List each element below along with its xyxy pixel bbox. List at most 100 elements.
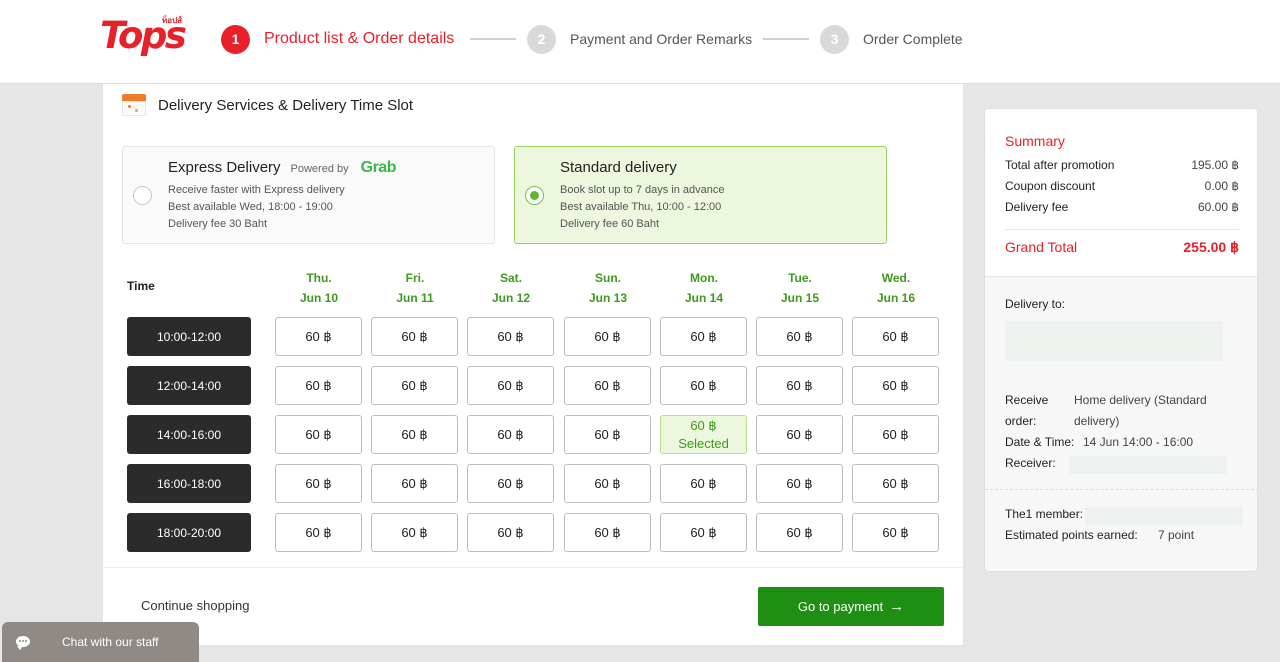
express-delivery-option[interactable]: Express Delivery Powered by Grab Receive… (122, 146, 495, 244)
day-date: Jun 14 (684, 291, 723, 305)
time-slot-option[interactable]: 60 ฿ (564, 464, 651, 503)
grand-total-row: Grand Total 255.00 ฿ (1005, 239, 1239, 256)
step-3-number: 3 (820, 24, 849, 54)
express-radio[interactable] (133, 186, 152, 205)
date-time-value: 14 Jun 14:00 - 16:00 (1083, 435, 1194, 449)
time-slot-option[interactable]: 60 ฿ (275, 513, 362, 552)
divider (1005, 229, 1239, 230)
time-slot-option[interactable]: 60 ฿ (660, 366, 747, 405)
chat-bubble-icon (16, 636, 30, 650)
time-slot-option[interactable]: 60 ฿ (371, 366, 458, 405)
chat-with-staff-button[interactable]: Chat with our staff (2, 622, 199, 662)
grand-total-value: 255.00 ฿ (1183, 239, 1239, 255)
receive-label-line: Receive (1005, 393, 1049, 407)
time-slot-option[interactable]: 60 ฿ (564, 513, 651, 552)
summary-row-label: Total after promotion (1005, 158, 1115, 172)
time-slot-option[interactable]: 60 ฿ (371, 415, 458, 454)
time-slot-option[interactable]: 60 ฿ (467, 366, 554, 405)
slot-price: 60 ฿ (882, 524, 909, 540)
time-slot-option[interactable]: 60 ฿ (852, 415, 939, 454)
express-line: Delivery fee 30 Baht (168, 218, 268, 230)
time-slot-option[interactable]: 60 ฿ (275, 366, 362, 405)
slot-price: 60 ฿ (401, 524, 428, 540)
step-3: 3 Order Complete (820, 24, 963, 54)
divider (103, 567, 963, 568)
time-slot-option[interactable]: 60 ฿ (756, 366, 843, 405)
receive-value-line: Home delivery (Standard (1074, 393, 1207, 407)
day-date: Jun 10 (299, 291, 338, 305)
member-label: The1 member: (1005, 507, 1084, 521)
time-slot-option[interactable]: 60 ฿ (660, 513, 747, 552)
day-date: Jun 12 (491, 291, 530, 305)
go-to-payment-label: Go to payment (797, 599, 884, 614)
step-1-label: Product list & Order details (264, 30, 455, 47)
day-date: Jun 11 (396, 291, 434, 305)
day-header: Mon. Jun 14 (660, 268, 748, 308)
section-title: Delivery Services & Delivery Time Slot (121, 92, 413, 118)
time-slot-option[interactable]: 60 ฿ (564, 317, 651, 356)
time-slot-option[interactable]: 60 ฿ (852, 464, 939, 503)
time-slot-option[interactable]: 60 ฿ (852, 513, 939, 552)
slot-price: 60 ฿ (497, 475, 524, 491)
summary-row: Coupon discount 0.00 ฿ (1005, 179, 1239, 193)
time-slot-option[interactable]: 60 ฿ (275, 464, 362, 503)
time-slot-option[interactable]: 60 ฿ (275, 317, 362, 356)
time-slot-option[interactable]: 60 ฿ (660, 317, 747, 356)
time-slot-option[interactable]: 60 ฿ (756, 513, 843, 552)
time-slot-option[interactable]: 60 ฿ (660, 464, 747, 503)
express-line: Best available Wed, 18:00 - 19:00 (168, 201, 333, 213)
slot-price: 60 ฿ (882, 426, 909, 442)
time-slot-option[interactable]: 60 ฿ (467, 317, 554, 356)
summary-row-value: 60.00 ฿ (1198, 200, 1239, 214)
redacted-address (1005, 321, 1223, 361)
day-of-week: Tue. (788, 271, 812, 285)
time-slot-option[interactable]: 60 ฿ (467, 464, 554, 503)
express-title-row: Express Delivery Powered by Grab (168, 159, 396, 177)
points-value: 7 point (1158, 528, 1195, 542)
time-slot-label: 14:00-16:00 (127, 415, 251, 454)
calendar-icon (121, 92, 147, 118)
time-slot-option[interactable]: 60 ฿ (371, 464, 458, 503)
slot-price: 60 ฿ (497, 426, 524, 442)
receive-label-line: order: (1005, 414, 1037, 428)
time-slot-option[interactable]: 60 ฿ (756, 317, 843, 356)
slot-price: 60 ฿ (690, 377, 717, 393)
continue-shopping-link[interactable]: Continue shopping (141, 598, 249, 613)
day-of-week: Sun. (595, 271, 621, 285)
slot-price: 60 ฿ (882, 328, 909, 344)
slot-price: 60 ฿ (305, 377, 332, 393)
time-slot-option[interactable]: 60 ฿ (564, 415, 651, 454)
time-slot-selected[interactable]: 60 ฿ Selected (660, 415, 747, 454)
day-of-week: Mon. (690, 271, 718, 285)
standard-line: Best available Thu, 10:00 - 12:00 (560, 201, 722, 213)
standard-delivery-option[interactable]: Standard delivery Book slot up to 7 days… (514, 146, 887, 244)
time-slot-option[interactable]: 60 ฿ (371, 317, 458, 356)
slot-price: 60 ฿ (305, 475, 332, 491)
slot-price: 60 ฿ (690, 328, 717, 344)
time-slot-option[interactable]: 60 ฿ (275, 415, 362, 454)
time-slot-option[interactable]: 60 ฿ (564, 366, 651, 405)
step-3-label: Order Complete (863, 31, 963, 47)
summary-row-label: Coupon discount (1005, 179, 1096, 193)
time-slot-option[interactable]: 60 ฿ (756, 415, 843, 454)
slot-price: 60 ฿ (401, 328, 428, 344)
day-header: Wed. Jun 16 (852, 268, 940, 308)
slot-price: 60 ฿ (594, 426, 621, 442)
slot-price: 60 ฿ (497, 524, 524, 540)
tops-logo[interactable]: Tops ท็อปส์ (100, 14, 187, 60)
standard-radio[interactable] (525, 186, 544, 205)
step-1: 1 Product list & Order details (221, 24, 454, 54)
day-of-week: Thu. (306, 271, 332, 285)
time-slot-option[interactable]: 60 ฿ (467, 513, 554, 552)
day-header: Fri. Jun 11 (371, 268, 459, 308)
time-slot-option[interactable]: 60 ฿ (371, 513, 458, 552)
time-slot-option[interactable]: 60 ฿ (852, 317, 939, 356)
time-slot-option[interactable]: 60 ฿ (852, 366, 939, 405)
arrow-right-icon: → (889, 598, 905, 615)
time-slot-option[interactable]: 60 ฿ (467, 415, 554, 454)
slot-price: 60 ฿ (786, 524, 813, 540)
time-slot-option[interactable]: 60 ฿ (756, 464, 843, 503)
order-summary: Summary Total after promotion 195.00 ฿ C… (984, 108, 1258, 572)
slot-price: 60 ฿ (305, 426, 332, 442)
go-to-payment-button[interactable]: Go to payment → (758, 587, 944, 626)
